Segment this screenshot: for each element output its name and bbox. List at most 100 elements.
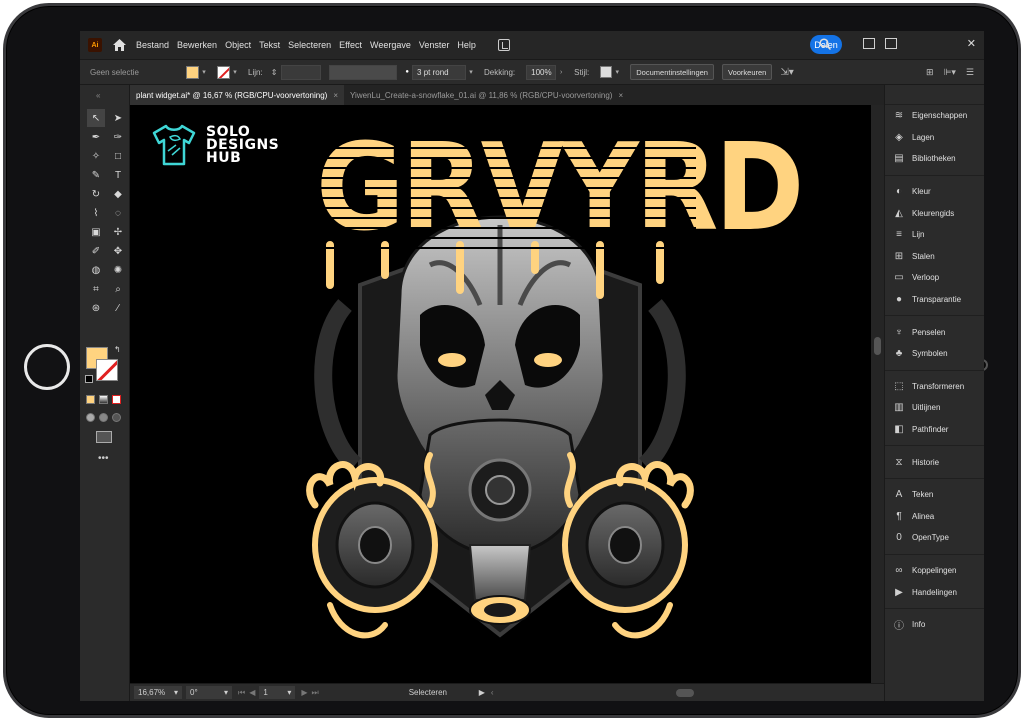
rotate-tool-icon[interactable]: ↻ xyxy=(87,185,105,203)
panel-uitlijnen[interactable]: ▥ Uitlijnen xyxy=(885,397,984,419)
lasso-tool-icon[interactable]: ◌ xyxy=(109,204,127,222)
direct-selection-tool-icon[interactable]: ➤ xyxy=(109,109,127,127)
stroke-color-box[interactable] xyxy=(96,359,118,381)
arrange-documents-icon[interactable] xyxy=(497,39,510,51)
pen-tool-icon[interactable]: ✒ xyxy=(87,128,105,146)
pencil-tool-icon[interactable]: ✐ xyxy=(87,242,105,260)
draw-normal-icon[interactable] xyxy=(86,413,95,422)
panel-teken[interactable]: A Teken xyxy=(885,484,984,506)
edit-toolbar-icon[interactable]: ••• xyxy=(98,453,109,464)
stroke-dropdown-icon[interactable]: ▾ xyxy=(230,68,240,76)
gradient-mode-icon[interactable] xyxy=(99,395,108,404)
panel-bibliotheken[interactable]: ▤ Bibliotheken xyxy=(885,148,984,170)
shape-builder-tool-icon[interactable]: ◍ xyxy=(87,261,105,279)
menu-venster[interactable]: Venster xyxy=(419,40,450,50)
menu-help[interactable]: Help xyxy=(457,40,476,50)
opacity-arrow-icon[interactable]: › xyxy=(556,69,566,76)
first-artboard-icon[interactable]: ⏮ xyxy=(238,688,245,698)
selection-tool-icon[interactable]: ↖ xyxy=(87,109,105,127)
menu-tekst[interactable]: Tekst xyxy=(259,40,280,50)
stroke-stepper-icon[interactable]: ⇕ xyxy=(271,68,278,77)
vertical-scroll-thumb[interactable] xyxy=(874,337,881,355)
panel-symbolen[interactable]: ♣ Symbolen xyxy=(885,343,984,365)
panel-eigenschappen[interactable]: ≋ Eigenschappen xyxy=(885,105,984,127)
menu-bewerken[interactable]: Bewerken xyxy=(177,40,217,50)
screen-mode-icon[interactable] xyxy=(96,431,112,443)
panel-historie[interactable]: ⧖ Historie xyxy=(885,451,984,473)
rotation-field[interactable]: 0° ▾ xyxy=(186,686,232,699)
align-icon[interactable]: ⊞ xyxy=(926,67,934,78)
symbol-sprayer-tool-icon[interactable]: ⊛ xyxy=(87,299,105,317)
panel-pathfinder[interactable]: ◧ Pathfinder xyxy=(885,419,984,441)
zoom-field[interactable]: 16,67% ▾ xyxy=(134,686,182,699)
document-settings-button[interactable]: Documentinstellingen xyxy=(630,64,714,80)
panel-dock-header[interactable] xyxy=(885,85,984,105)
artboard-canvas[interactable]: SOLO DESIGNS HUB GRVYRD xyxy=(130,105,871,683)
panel-alinea[interactable]: ¶ Alinea xyxy=(885,506,984,528)
menu-selecteren[interactable]: Selecteren xyxy=(288,40,331,50)
distribute-icon[interactable]: ⊫▾ xyxy=(944,67,956,78)
style-dropdown-icon[interactable]: ▾ xyxy=(612,68,622,76)
panel-handelingen[interactable]: ▶ Handelingen xyxy=(885,581,984,603)
gradient-tool-icon[interactable]: ▣ xyxy=(87,223,105,241)
panel-stalen[interactable]: ⊞ Stalen xyxy=(885,246,984,268)
panel-transparantie[interactable]: ● Transparantie xyxy=(885,289,984,311)
style-swatch[interactable] xyxy=(600,66,613,78)
tablet-home-button[interactable] xyxy=(24,344,70,390)
brush-definition-field[interactable]: 3 pt rond xyxy=(412,64,467,80)
artboard-tool-icon[interactable]: ⌗ xyxy=(87,280,105,298)
draw-inside-icon[interactable] xyxy=(112,413,121,422)
toolbar-collapse-icon[interactable]: « xyxy=(96,91,100,100)
close-tab-icon[interactable]: × xyxy=(333,91,338,100)
stroke-weight-field[interactable] xyxy=(281,64,322,80)
close-window-icon[interactable]: ✕ xyxy=(967,37,976,50)
variable-width-field[interactable] xyxy=(329,64,398,80)
menu-bestand[interactable]: Bestand xyxy=(136,40,169,50)
stroke-swatch[interactable] xyxy=(217,65,230,79)
tab-snowflake[interactable]: YiwenLu_Create-a-snowflake_01.ai @ 11,86… xyxy=(344,85,629,105)
horizontal-scroll-thumb[interactable] xyxy=(675,688,694,697)
scroll-left-icon[interactable]: ‹ xyxy=(491,688,494,697)
opacity-field[interactable]: 100% xyxy=(526,64,557,80)
color-mode-icon[interactable] xyxy=(86,395,95,404)
panel-kleurengids[interactable]: ◭ Kleurengids xyxy=(885,202,984,224)
workspace-icon[interactable] xyxy=(862,38,875,49)
eraser-tool-icon[interactable]: ◆ xyxy=(109,185,127,203)
fill-dropdown-icon[interactable]: ▾ xyxy=(199,68,209,76)
menu-object[interactable]: Object xyxy=(225,40,251,50)
panel-layout-icon[interactable] xyxy=(884,38,897,49)
curvature-tool-icon[interactable]: ✑ xyxy=(109,128,127,146)
tab-plant-widget[interactable]: plant widget.ai* @ 16,67 % (RGB/CPU-voor… xyxy=(130,85,344,105)
brush-dropdown-icon[interactable]: ▾ xyxy=(466,68,476,76)
close-tab-icon[interactable]: × xyxy=(618,91,623,100)
live-paint-tool-icon[interactable]: ✺ xyxy=(109,261,127,279)
fill-swatch[interactable] xyxy=(186,65,199,79)
horizontal-scrollbar[interactable] xyxy=(498,688,874,697)
artboard-number-field[interactable]: 1 ▾ xyxy=(259,686,296,699)
swap-colors-icon[interactable]: ↰ xyxy=(114,345,121,354)
none-mode-icon[interactable] xyxy=(112,395,121,404)
vertical-scrollbar[interactable] xyxy=(871,105,884,683)
zoom-tool-icon[interactable]: ⌕ xyxy=(109,280,127,298)
quick-actions-icon[interactable]: ⇲▾ xyxy=(780,67,793,78)
last-artboard-icon[interactable]: ⏭ xyxy=(312,688,319,698)
puppet-warp-tool-icon[interactable]: ✥ xyxy=(109,242,127,260)
control-menu-icon[interactable]: ☰ xyxy=(966,67,974,78)
draw-behind-icon[interactable] xyxy=(99,413,108,422)
magic-wand-tool-icon[interactable]: ✧ xyxy=(87,147,105,165)
panel-transformeren[interactable]: ⬚ Transformeren xyxy=(885,376,984,398)
panel-koppelingen[interactable]: ∞ Koppelingen xyxy=(885,560,984,582)
menu-effect[interactable]: Effect xyxy=(339,40,362,50)
status-menu-icon[interactable]: ▶ xyxy=(479,688,485,697)
previous-artboard-icon[interactable]: ◀ xyxy=(249,688,255,697)
panel-verloop[interactable]: ▭ Verloop xyxy=(885,267,984,289)
panel-lijn[interactable]: ≡ Lijn xyxy=(885,224,984,246)
width-tool-icon[interactable]: ✢ xyxy=(109,223,127,241)
next-artboard-icon[interactable]: ▶ xyxy=(301,688,307,697)
panel-opentype[interactable]: 0 OpenType xyxy=(885,527,984,549)
home-icon[interactable] xyxy=(112,38,126,52)
panel-kleur[interactable]: ◐ Kleur xyxy=(885,181,984,203)
preferences-button[interactable]: Voorkeuren xyxy=(721,64,773,80)
paintbrush-tool-icon[interactable]: ✎ xyxy=(87,166,105,184)
menu-weergave[interactable]: Weergave xyxy=(370,40,411,50)
